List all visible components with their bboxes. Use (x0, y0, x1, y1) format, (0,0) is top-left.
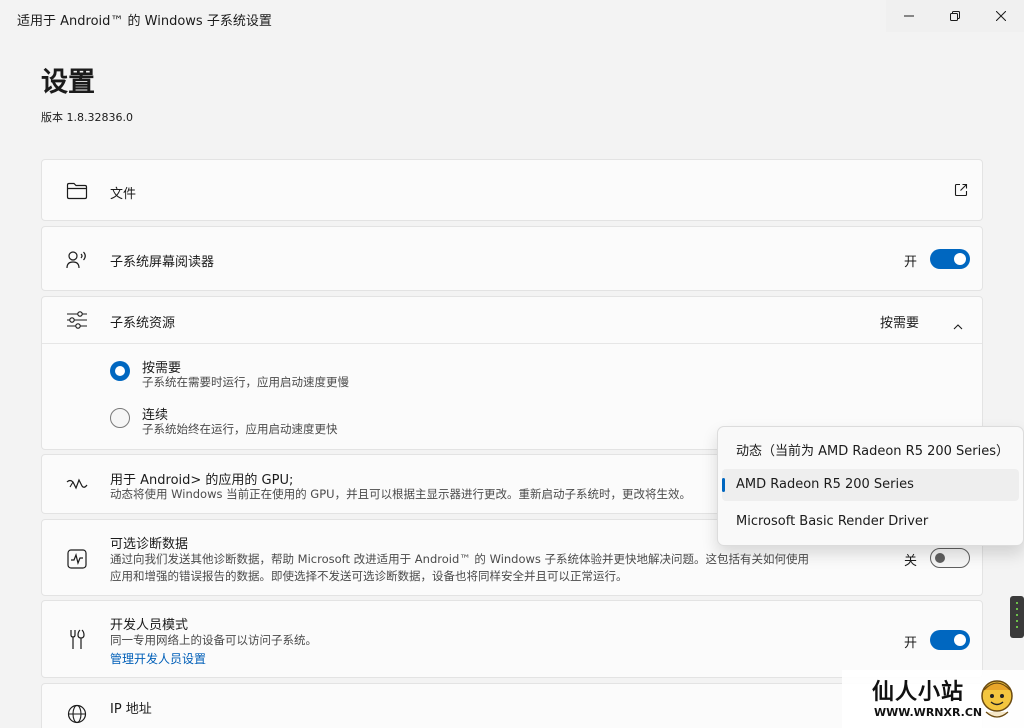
resources-header[interactable]: 子系统资源 按需要 (42, 297, 982, 343)
resources-label: 子系统资源 (110, 316, 176, 331)
open-external-icon[interactable] (954, 182, 968, 201)
watermark-subtitle: WWW.WRNXR.CN (874, 706, 983, 719)
sliders-icon (65, 308, 89, 332)
radio-on-demand[interactable] (110, 361, 130, 381)
watermark-title: 仙人小站 (872, 680, 965, 705)
files-card[interactable]: 文件 (41, 159, 983, 221)
diagnostics-state: 关 (904, 554, 918, 569)
developer-label: 开发人员模式 (110, 618, 189, 633)
globe-icon (65, 702, 89, 726)
gpu-option-basic-render[interactable]: Microsoft Basic Render Driver (722, 506, 1019, 538)
developer-state: 开 (904, 636, 918, 651)
close-button[interactable] (978, 0, 1024, 32)
developer-toggle[interactable] (930, 630, 970, 650)
activity-icon (65, 547, 89, 571)
tools-icon (65, 628, 89, 652)
screen-reader-toggle[interactable] (930, 249, 970, 269)
screen-reader-state: 开 (904, 255, 918, 270)
title-bar: 适用于 Android™ 的 Windows 子系统设置 (0, 0, 1024, 36)
divider (42, 343, 982, 344)
restore-button[interactable] (932, 0, 978, 32)
version-text: 版本 1.8.32836.0 (41, 111, 133, 124)
radio-continuous-desc: 子系统始终在运行，应用启动速度更快 (142, 422, 338, 436)
screen-reader-card: 子系统屏幕阅读器 开 (41, 226, 983, 291)
diagnostics-toggle[interactable] (930, 548, 970, 568)
restore-icon (950, 11, 960, 21)
diagnostics-desc-line2: 应用和增强的错误报告的数据。即使选择不发送可选诊断数据，设备也将同样安全并且可以… (110, 569, 628, 583)
files-label: 文件 (110, 187, 137, 202)
screen-reader-label: 子系统屏幕阅读器 (110, 255, 215, 270)
gpu-option-amd[interactable]: AMD Radeon R5 200 Series (722, 469, 1019, 501)
speech-icon (65, 248, 89, 272)
chevron-up-icon (953, 315, 963, 334)
gpu-dropdown: 动态（当前为 AMD Radeon R5 200 Series） AMD Rad… (717, 426, 1024, 546)
folder-icon (65, 179, 89, 203)
ip-label: IP 地址 (110, 702, 152, 717)
gpu-desc: 动态将使用 Windows 当前正在使用的 GPU，并且可以根据主显示器进行更改… (110, 487, 692, 501)
minimize-button[interactable] (886, 0, 932, 32)
diagnostics-desc-line1: 通过向我们发送其他诊断数据，帮助 Microsoft 改进适用于 Android… (110, 552, 810, 566)
gpu-icon (65, 473, 89, 497)
radio-on-demand-desc: 子系统在需要时运行，应用启动速度更慢 (142, 375, 349, 389)
diagnostics-label: 可选诊断数据 (110, 537, 189, 552)
mascot-logo-icon (981, 680, 1013, 718)
watermark: 仙人小站 WWW.WRNXR.CN (842, 670, 1024, 728)
gpu-option-label: Microsoft Basic Render Driver (736, 514, 929, 529)
selection-indicator (722, 478, 725, 492)
developer-desc: 同一专用网络上的设备可以访问子系统。 (110, 633, 317, 647)
manage-developer-settings-link[interactable]: 管理开发人员设置 (110, 650, 206, 667)
resources-value: 按需要 (880, 316, 920, 331)
page-title: 设置 (41, 67, 95, 98)
gpu-option-dynamic[interactable]: 动态（当前为 AMD Radeon R5 200 Series） (722, 432, 1019, 464)
gpu-option-label: 动态（当前为 AMD Radeon R5 200 Series） (736, 444, 1010, 459)
minimize-icon (904, 15, 914, 17)
radio-continuous[interactable] (110, 408, 130, 428)
gpu-option-label: AMD Radeon R5 200 Series (736, 477, 914, 492)
close-icon (996, 11, 1006, 21)
scrollbar-thumb[interactable] (1010, 596, 1024, 638)
developer-card: 开发人员模式 同一专用网络上的设备可以访问子系统。 管理开发人员设置 开 (41, 600, 983, 678)
window-title: 适用于 Android™ 的 Windows 子系统设置 (17, 14, 272, 29)
